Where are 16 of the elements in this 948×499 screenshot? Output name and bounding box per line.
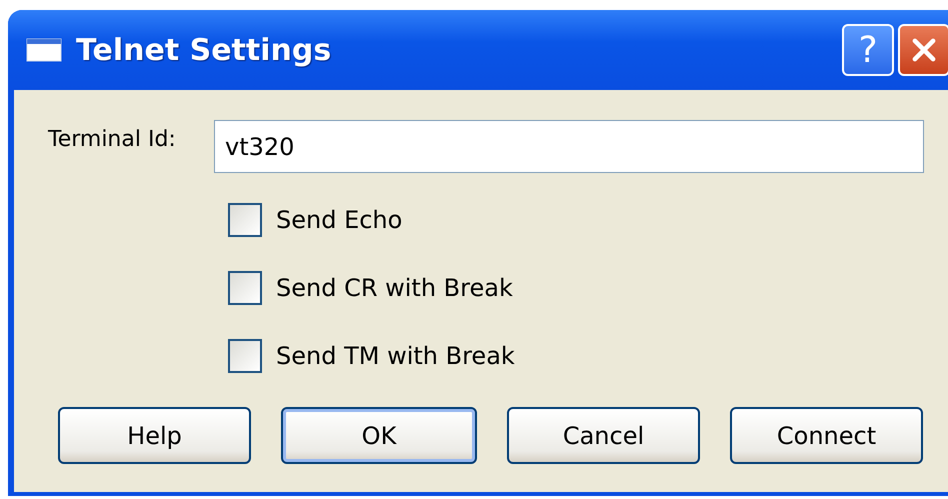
dialog-button[interactable]: OK [281, 407, 477, 464]
checkbox[interactable] [228, 271, 262, 305]
window-icon [26, 38, 62, 62]
checkbox-label: Send CR with Break [276, 274, 513, 302]
terminal-id-field[interactable]: vt320 [214, 120, 924, 173]
checkbox-label: Send Echo [276, 206, 402, 234]
close-button[interactable] [898, 24, 948, 76]
close-icon [911, 37, 937, 63]
window-title: Telnet Settings [76, 32, 332, 68]
checkbox[interactable] [228, 203, 262, 237]
field-label: Terminal Id: [48, 127, 177, 152]
dialog-button[interactable]: Help [58, 407, 251, 464]
dialog-button[interactable]: Cancel [507, 407, 700, 464]
checkbox[interactable] [228, 339, 262, 373]
dialog-button[interactable]: Connect [730, 407, 923, 464]
checkbox-label: Send TM with Break [276, 342, 515, 370]
